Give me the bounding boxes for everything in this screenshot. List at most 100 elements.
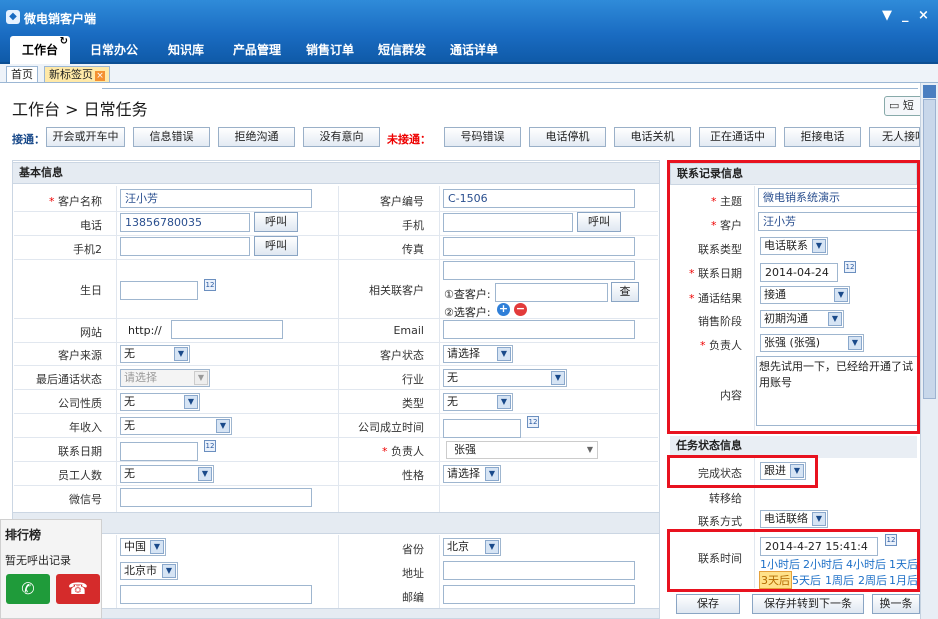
owner-select[interactable]: 张强 ▼ bbox=[446, 441, 598, 459]
bank-section-title: 银行财务信息 bbox=[12, 608, 660, 619]
result-refused-button[interactable]: 拒绝沟通 bbox=[218, 127, 295, 147]
close-button[interactable]: × bbox=[918, 8, 929, 23]
save-button[interactable]: 保存 bbox=[676, 594, 740, 614]
menu-products[interactable]: 产品管理 bbox=[233, 41, 281, 58]
calendar-icon[interactable]: 12 bbox=[527, 416, 539, 428]
result-off-button[interactable]: 电话关机 bbox=[614, 127, 691, 147]
staff-select[interactable]: 无 ▼ bbox=[120, 465, 214, 483]
founded-field[interactable] bbox=[443, 419, 521, 438]
remove-icon[interactable]: − bbox=[514, 303, 527, 316]
pick-customer-label: ②选客户: bbox=[444, 306, 491, 319]
refresh-icon[interactable]: ↻ bbox=[60, 36, 68, 47]
chevron-down-icon: ▼ bbox=[586, 445, 593, 454]
phone-field[interactable]: 13856780035 bbox=[120, 213, 250, 232]
ranking-title: 排行榜 bbox=[5, 528, 42, 542]
answer-call-icon[interactable]: ✆ bbox=[6, 574, 50, 604]
menu-sales-orders[interactable]: 销售订单 bbox=[306, 41, 354, 58]
method-select[interactable]: 电话联络 ▼ bbox=[760, 510, 828, 528]
main-menu: 工作台 ↻ 日常办公 知识库 产品管理 销售订单 短信群发 通话详单 bbox=[0, 34, 938, 64]
result-no-interest-button[interactable]: 没有意向 bbox=[303, 127, 380, 147]
email-field[interactable] bbox=[443, 320, 635, 339]
result-wrong-number-button[interactable]: 号码错误 bbox=[444, 127, 521, 147]
menu-knowledge[interactable]: 知识库 bbox=[168, 41, 204, 58]
chevron-down-icon: ▼ bbox=[497, 347, 511, 361]
divider bbox=[338, 186, 339, 512]
result-wrong-info-button[interactable]: 信息错误 bbox=[133, 127, 210, 147]
call-mobile-button[interactable]: 呼叫 bbox=[577, 212, 621, 232]
close-tab-icon[interactable]: × bbox=[95, 71, 105, 81]
hangup-call-icon[interactable]: ☎ bbox=[56, 574, 100, 604]
switch-button[interactable]: 换一条 bbox=[872, 594, 920, 614]
highlight-box bbox=[667, 160, 920, 434]
divider bbox=[14, 485, 658, 486]
breadcrumb: 工作台 > 日常任务 bbox=[12, 100, 148, 119]
menu-dropdown-icon[interactable]: ▼ bbox=[882, 8, 892, 23]
divider bbox=[14, 318, 658, 319]
minimize-button[interactable]: _ bbox=[902, 8, 909, 23]
related-customer-label: 相关联客户 bbox=[369, 284, 424, 297]
check-customer-button[interactable]: 查 bbox=[611, 282, 639, 302]
result-busy-button[interactable]: 开会或开车中 bbox=[46, 127, 125, 147]
fax-field[interactable] bbox=[443, 237, 635, 256]
zip-area-field[interactable] bbox=[120, 585, 312, 604]
customer-name-field[interactable]: 汪小芳 bbox=[120, 189, 312, 208]
calendar-icon[interactable]: 12 bbox=[204, 440, 216, 452]
divider bbox=[14, 235, 658, 236]
save-next-button[interactable]: 保存并转到下一条 bbox=[752, 594, 864, 614]
call-phone-button[interactable]: 呼叫 bbox=[254, 212, 298, 232]
chevron-down-icon: ▼ bbox=[184, 395, 198, 409]
chevron-down-icon: ▼ bbox=[551, 371, 565, 385]
mobile-label: 手机 bbox=[402, 219, 424, 232]
add-icon[interactable]: + bbox=[497, 303, 510, 316]
customer-no-field[interactable]: C-1506 bbox=[443, 189, 635, 208]
menu-sms[interactable]: 短信群发 bbox=[378, 41, 426, 58]
tab-new[interactable]: 新标签页 × bbox=[44, 66, 110, 83]
menu-daily-office[interactable]: 日常办公 bbox=[90, 41, 138, 58]
website-field[interactable] bbox=[171, 320, 283, 339]
city-select[interactable]: 北京市 ▼ bbox=[120, 562, 178, 580]
contact-date-field[interactable] bbox=[120, 442, 198, 461]
result-rejected-button[interactable]: 拒接电话 bbox=[784, 127, 861, 147]
scrollbar[interactable] bbox=[920, 83, 938, 619]
chevron-down-icon: ▼ bbox=[812, 512, 826, 526]
result-no-answer-button[interactable]: 无人接听 bbox=[869, 127, 920, 147]
divider bbox=[14, 461, 658, 462]
menu-call-details[interactable]: 通话详单 bbox=[450, 41, 498, 58]
mobile2-field[interactable] bbox=[120, 237, 250, 256]
scroll-up-icon[interactable] bbox=[923, 85, 936, 98]
character-select[interactable]: 请选择 ▼ bbox=[443, 465, 501, 483]
menu-workbench[interactable]: 工作台 ↻ bbox=[10, 36, 71, 64]
mobile-field[interactable] bbox=[443, 213, 573, 232]
title-bar: ◆ 微电销客户端 ▼ _ × bbox=[0, 0, 938, 34]
income-select[interactable]: 无 ▼ bbox=[120, 417, 232, 435]
nature-select[interactable]: 无 ▼ bbox=[120, 393, 200, 411]
calendar-icon[interactable]: 12 bbox=[204, 279, 216, 291]
divider bbox=[14, 211, 658, 212]
birthday-field[interactable] bbox=[120, 281, 198, 300]
related-customer-field[interactable] bbox=[443, 261, 635, 280]
result-in-call-button[interactable]: 正在通话中 bbox=[699, 127, 776, 147]
wechat-field[interactable] bbox=[120, 488, 312, 507]
address-field[interactable] bbox=[443, 561, 635, 580]
character-label: 性格 bbox=[402, 469, 424, 482]
province-select[interactable]: 北京 ▼ bbox=[443, 538, 501, 556]
zip-field[interactable] bbox=[443, 585, 635, 604]
divider bbox=[102, 88, 918, 89]
industry-select[interactable]: 无 ▼ bbox=[443, 369, 567, 387]
tab-home[interactable]: 首页 bbox=[6, 66, 38, 83]
divider bbox=[338, 535, 339, 619]
sms-button[interactable]: ▭ 短 bbox=[884, 96, 924, 116]
divider bbox=[439, 186, 440, 512]
website-prefix: http:// bbox=[128, 324, 162, 337]
source-select[interactable]: 无 ▼ bbox=[120, 345, 190, 363]
country-select[interactable]: 中国 ▼ bbox=[120, 538, 166, 556]
type-select[interactable]: 无 ▼ bbox=[443, 393, 513, 411]
check-customer-input[interactable] bbox=[495, 283, 608, 302]
call-mobile2-button[interactable]: 呼叫 bbox=[254, 236, 298, 256]
status-select[interactable]: 请选择 ▼ bbox=[443, 345, 513, 363]
last-call-select: 请选择 ▼ bbox=[120, 369, 210, 387]
birthday-label: 生日 bbox=[80, 284, 102, 297]
scroll-thumb[interactable] bbox=[923, 99, 936, 399]
result-suspended-button[interactable]: 电话停机 bbox=[529, 127, 606, 147]
status-label: 客户状态 bbox=[380, 349, 424, 362]
